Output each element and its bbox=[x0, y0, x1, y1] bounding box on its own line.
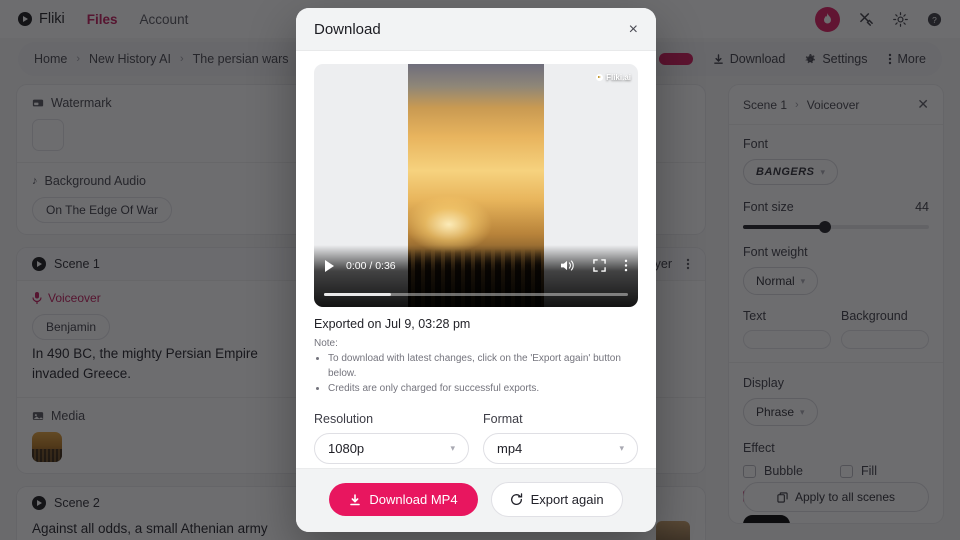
export-again-label: Export again bbox=[530, 492, 604, 507]
modal-body: Fliki.ai 0:00 / 0:36 Exported on Jul 9, … bbox=[296, 51, 656, 468]
video-progress-fill bbox=[324, 293, 391, 296]
export-options: Resolution 1080p ▾ Format mp4 ▾ bbox=[314, 412, 638, 464]
video-watermark: Fliki.ai bbox=[596, 73, 631, 82]
download-mp4-button[interactable]: Download MP4 bbox=[329, 483, 478, 516]
resolution-field: Resolution 1080p ▾ bbox=[314, 412, 469, 464]
format-label: Format bbox=[483, 412, 523, 426]
video-controls-row: 0:00 / 0:36 bbox=[324, 259, 628, 272]
video-player[interactable]: Fliki.ai 0:00 / 0:36 bbox=[314, 64, 638, 307]
modal-header: Download × bbox=[296, 8, 656, 51]
video-controls: 0:00 / 0:36 bbox=[314, 245, 638, 307]
download-modal: Download × Fliki.ai 0:00 / 0:36 Exported… bbox=[296, 8, 656, 532]
chevron-down-icon: ▾ bbox=[450, 443, 455, 453]
format-select[interactable]: mp4 ▾ bbox=[483, 433, 638, 464]
resolution-value: 1080p bbox=[328, 441, 365, 456]
format-field: Format mp4 ▾ bbox=[483, 412, 638, 464]
note-list: To download with latest changes, click o… bbox=[328, 351, 638, 396]
app-root: Fliki Files Account ? Home › bbox=[0, 0, 960, 540]
note-item: To download with latest changes, click o… bbox=[328, 351, 638, 381]
format-value: mp4 bbox=[497, 441, 523, 456]
fliki-logo-icon bbox=[596, 74, 604, 81]
close-icon[interactable]: × bbox=[629, 21, 638, 38]
video-time-display: 0:00 / 0:36 bbox=[346, 259, 396, 272]
video-watermark-label: Fliki.ai bbox=[606, 73, 631, 82]
fullscreen-icon[interactable] bbox=[593, 259, 606, 272]
export-again-button[interactable]: Export again bbox=[490, 482, 623, 517]
volume-icon[interactable] bbox=[560, 259, 575, 272]
resolution-label: Resolution bbox=[314, 412, 374, 426]
play-icon[interactable] bbox=[324, 259, 335, 272]
modal-footer: Download MP4 Export again bbox=[296, 468, 656, 532]
download-mp4-label: Download MP4 bbox=[369, 492, 458, 507]
download-icon bbox=[350, 493, 361, 505]
resolution-select[interactable]: 1080p ▾ bbox=[314, 433, 469, 464]
more-options-icon[interactable] bbox=[624, 259, 628, 272]
chevron-down-icon: ▾ bbox=[619, 443, 624, 453]
video-progress-bar[interactable] bbox=[324, 293, 628, 296]
refresh-icon bbox=[510, 493, 522, 505]
exported-on-text: Exported on Jul 9, 03:28 pm bbox=[314, 317, 471, 331]
modal-title: Download bbox=[314, 21, 381, 38]
note-item: Credits are only charged for successful … bbox=[328, 381, 638, 396]
note-title: Note: bbox=[314, 338, 338, 349]
video-controls-right bbox=[560, 259, 628, 272]
